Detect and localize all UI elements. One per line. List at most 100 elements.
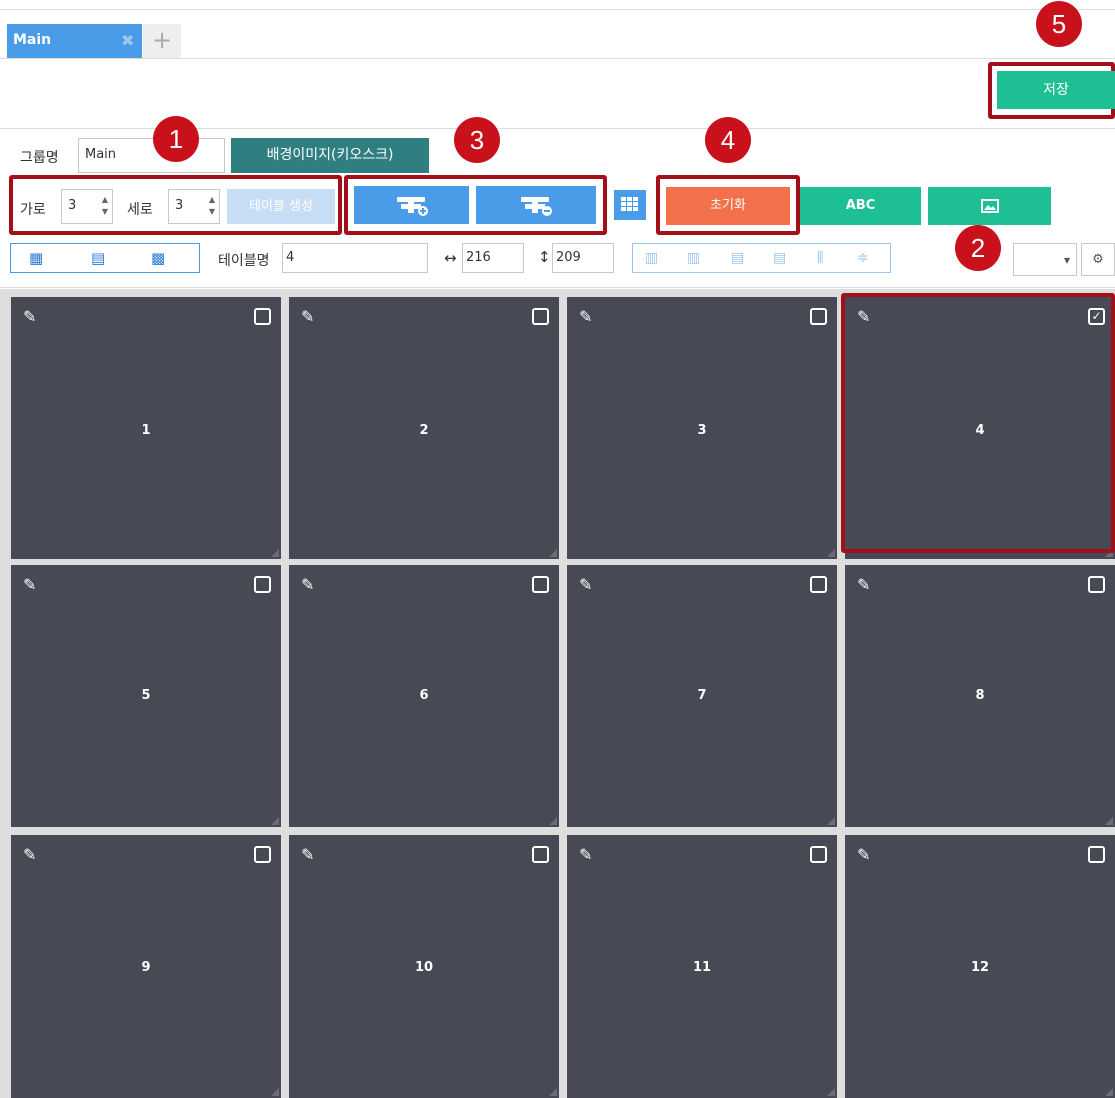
checkbox-icon[interactable] (532, 846, 549, 863)
tab-main[interactable]: Main ✖ (7, 24, 142, 58)
tab-main-label: Main (13, 32, 52, 48)
tab-divider (0, 58, 1115, 59)
resize-handle-icon[interactable] (549, 549, 557, 557)
create-table-button[interactable]: 테이블 생성 (227, 189, 335, 224)
table-cell[interactable]: ✎ 9 (11, 835, 281, 1098)
grid-top-divider (0, 287, 1115, 288)
pencil-icon[interactable]: ✎ (301, 845, 314, 864)
resize-handle-icon[interactable] (271, 817, 279, 825)
width-icon: ↔ (444, 249, 457, 267)
align-top-icon[interactable]: ▥ (645, 250, 658, 266)
rows-spin-icon[interactable]: ▲ ▼ (209, 194, 215, 218)
resize-handle-icon[interactable] (271, 1088, 279, 1096)
table-name-input[interactable]: 4 (282, 243, 428, 273)
distribute-vertical-icon[interactable]: ≑ (857, 250, 869, 266)
pencil-icon[interactable]: ✎ (301, 575, 314, 594)
rows-stepper[interactable]: 3 ▲ ▼ (168, 189, 220, 224)
table-cell[interactable]: ✎ 8 (845, 565, 1115, 827)
resize-handle-icon[interactable] (271, 549, 279, 557)
align-right-icon[interactable]: ▤ (773, 250, 786, 266)
table-cell[interactable]: ✎ 7 (567, 565, 837, 827)
image-icon (980, 199, 999, 213)
select-column-icon[interactable]: ▤ (91, 249, 105, 267)
cols-spin-icon[interactable]: ▲ ▼ (102, 194, 108, 218)
table-number: 3 (697, 423, 707, 438)
tab-close-icon[interactable]: ✖ (121, 31, 134, 50)
checkbox-icon[interactable] (254, 846, 271, 863)
gear-icon[interactable]: ⚙ (1081, 243, 1115, 276)
table-number: 5 (141, 688, 151, 703)
abc-text-button[interactable]: ABC (800, 187, 921, 225)
align-toolbar: ▥ ▥ ▤ ▤ ⫼ ≑ (632, 243, 891, 273)
height-input[interactable]: 209 (552, 243, 614, 273)
table-add-icon (396, 197, 428, 216)
grid-icon (621, 197, 638, 211)
align-left-icon[interactable]: ▤ (731, 250, 744, 266)
table-remove-icon (521, 197, 552, 216)
checkbox-icon[interactable] (810, 308, 827, 325)
cols-stepper[interactable]: 3 ▲ ▼ (61, 189, 113, 224)
pencil-icon[interactable]: ✎ (579, 307, 592, 326)
checkbox-icon[interactable] (532, 308, 549, 325)
table-name-label: 테이블명 (218, 253, 270, 269)
pencil-icon[interactable]: ✎ (857, 575, 870, 594)
table-cell[interactable]: ✎ 12 (845, 835, 1115, 1098)
checkbox-icon[interactable] (254, 308, 271, 325)
background-image-button[interactable]: 배경이미지(키오스크) (231, 138, 429, 173)
align-bottom-icon[interactable]: ▥ (687, 250, 700, 266)
pencil-icon[interactable]: ✎ (301, 307, 314, 326)
width-input[interactable]: 216 (462, 243, 524, 273)
resize-handle-icon[interactable] (1105, 817, 1113, 825)
table-number: 12 (970, 960, 990, 975)
checkbox-icon[interactable] (810, 576, 827, 593)
resize-handle-icon[interactable] (827, 549, 835, 557)
reset-button[interactable]: 초기화 (666, 187, 790, 225)
step-badge-2: 2 (955, 225, 1001, 271)
pencil-icon[interactable]: ✎ (23, 575, 36, 594)
table-cell[interactable]: ✎ 2 (289, 297, 559, 559)
layout-dropdown[interactable]: ▾ (1013, 243, 1077, 276)
cols-value: 3 (68, 198, 77, 213)
image-button[interactable] (928, 187, 1051, 225)
distribute-horizontal-icon[interactable]: ⫼ (817, 250, 823, 266)
resize-handle-icon[interactable] (549, 1088, 557, 1096)
checkbox-icon[interactable] (532, 576, 549, 593)
grid-button[interactable] (614, 190, 646, 220)
table-number: 9 (141, 960, 151, 975)
deselect-icon[interactable]: ▩ (151, 249, 165, 267)
pencil-icon[interactable]: ✎ (23, 845, 36, 864)
table-number: 10 (414, 960, 434, 975)
resize-handle-icon[interactable] (827, 817, 835, 825)
checkbox-icon[interactable] (1088, 576, 1105, 593)
pencil-icon[interactable]: ✎ (23, 307, 36, 326)
table-number: 1 (141, 423, 151, 438)
table-cell[interactable]: ✎ 11 (567, 835, 837, 1098)
table-cell[interactable]: ✎ 5 (11, 565, 281, 827)
pencil-icon[interactable]: ✎ (857, 845, 870, 864)
add-tab-icon[interactable]: + (143, 24, 181, 58)
table-cell[interactable]: ✎ 1 (11, 297, 281, 559)
resize-handle-icon[interactable] (1105, 1088, 1113, 1096)
height-icon: ↕ (538, 248, 551, 266)
highlight-selected-table (841, 293, 1115, 553)
pencil-icon[interactable]: ✎ (579, 845, 592, 864)
checkbox-icon[interactable] (254, 576, 271, 593)
save-button[interactable]: 저장 (997, 71, 1115, 109)
pencil-icon[interactable]: ✎ (579, 575, 592, 594)
select-all-icon[interactable]: ▦ (29, 249, 43, 267)
table-cell[interactable]: ✎ 6 (289, 565, 559, 827)
table-cell[interactable]: ✎ 10 (289, 835, 559, 1098)
table-select-toolbar: ▦ ▤ ▩ (10, 243, 200, 273)
table-cell[interactable]: ✎ 3 (567, 297, 837, 559)
resize-handle-icon[interactable] (827, 1088, 835, 1096)
table-number: 8 (975, 688, 985, 703)
top-divider (0, 9, 1115, 10)
checkbox-icon[interactable] (1088, 846, 1105, 863)
checkbox-icon[interactable] (810, 846, 827, 863)
resize-handle-icon[interactable] (549, 817, 557, 825)
remove-table-button[interactable] (476, 186, 596, 224)
group-name-input[interactable]: Main (78, 138, 225, 173)
group-name-label: 그룹명 (20, 150, 59, 166)
step-badge-1: 1 (153, 116, 199, 162)
add-table-button[interactable] (354, 186, 469, 224)
